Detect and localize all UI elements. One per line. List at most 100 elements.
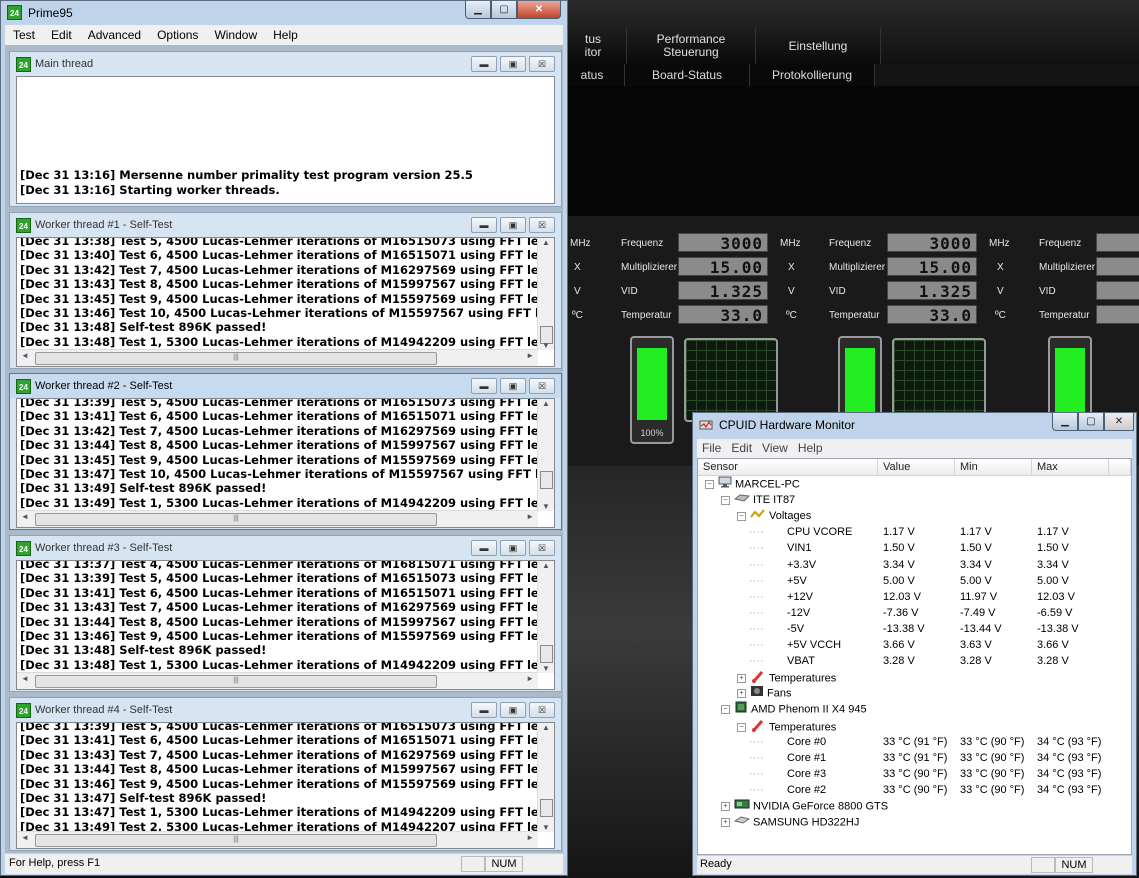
expand-icon[interactable]: + bbox=[721, 802, 730, 811]
collapse-icon[interactable]: − bbox=[737, 511, 746, 521]
close-button[interactable]: ✕ bbox=[517, 1, 561, 19]
bg-subtab-board-status[interactable]: Board-Status bbox=[625, 64, 750, 86]
scroll-up-icon[interactable]: ▲ bbox=[538, 238, 554, 247]
scroll-left-icon[interactable]: ◄ bbox=[21, 512, 29, 521]
sensor-reading-row[interactable]: +3.3V ···· 3.34 V 3.34 V 3.34 V bbox=[701, 557, 1126, 573]
bg-subtab-protokollierung[interactable]: Protokollierung bbox=[750, 64, 875, 86]
bg-tab-einstellung[interactable]: Einstellung bbox=[756, 28, 881, 64]
tree-node-row[interactable]: − MARCEL-PC bbox=[701, 476, 1126, 492]
close-icon[interactable]: ☒ bbox=[529, 217, 555, 233]
scroll-thumb[interactable] bbox=[540, 799, 553, 817]
collapse-icon[interactable]: − bbox=[721, 495, 730, 505]
sensor-reading-row[interactable]: -5V ···· -13.38 V -13.44 V -13.38 V bbox=[701, 621, 1126, 637]
close-icon[interactable]: ☒ bbox=[529, 378, 555, 394]
hscroll-thumb[interactable]: ||| bbox=[35, 352, 437, 365]
worker-3-log[interactable]: [Dec 31 13:37] Test 4, 4500 Lucas-Lehmer… bbox=[16, 560, 555, 690]
horizontal-scrollbar[interactable]: ◄ ||| ► bbox=[17, 510, 538, 527]
scroll-left-icon[interactable]: ◄ bbox=[21, 833, 29, 842]
scroll-thumb[interactable] bbox=[540, 645, 553, 663]
tree-node-row[interactable]: + Temperatures bbox=[701, 669, 1126, 685]
horizontal-scrollbar[interactable]: ◄ ||| ► bbox=[17, 672, 538, 689]
scroll-down-icon[interactable]: ▼ bbox=[538, 502, 554, 511]
scroll-left-icon[interactable]: ◄ bbox=[21, 351, 29, 360]
sensor-reading-row[interactable]: VIN1 ···· 1.50 V 1.50 V 1.50 V bbox=[701, 540, 1126, 556]
minimize-icon[interactable]: ▬ bbox=[471, 540, 497, 556]
tree-node-row[interactable]: + NVIDIA GeForce 8800 GTS bbox=[701, 798, 1126, 814]
scroll-left-icon[interactable]: ◄ bbox=[21, 674, 29, 683]
menu-help[interactable]: Help bbox=[265, 25, 306, 45]
minimize-icon[interactable]: ▬ bbox=[471, 56, 497, 72]
scroll-right-icon[interactable]: ► bbox=[526, 674, 534, 683]
expand-icon[interactable]: + bbox=[737, 674, 746, 683]
horizontal-scrollbar[interactable]: ◄ ||| ► bbox=[17, 349, 538, 366]
scroll-up-icon[interactable]: ▲ bbox=[538, 723, 554, 732]
maximize-button[interactable]: ▢ bbox=[1078, 413, 1104, 431]
menu-window[interactable]: Window bbox=[206, 25, 265, 45]
minimize-icon[interactable]: ▬ bbox=[471, 378, 497, 394]
menu-advanced[interactable]: Advanced bbox=[80, 25, 149, 45]
minimize-button[interactable]: ▁ bbox=[1052, 413, 1078, 431]
vertical-scrollbar[interactable]: ▲ ▼ bbox=[537, 723, 554, 832]
vertical-scrollbar[interactable]: ▲ ▼ bbox=[537, 238, 554, 350]
hscroll-thumb[interactable]: ||| bbox=[35, 834, 437, 847]
worker-4-log[interactable]: [Dec 31 13:39] Test 5, 4500 Lucas-Lehmer… bbox=[16, 722, 555, 849]
worker-1-log[interactable]: [Dec 31 13:38] Test 5, 4500 Lucas-Lehmer… bbox=[16, 237, 555, 367]
restore-icon[interactable]: ▣ bbox=[500, 217, 526, 233]
close-icon[interactable]: ☒ bbox=[529, 702, 555, 718]
bg-subtab-status[interactable]: atus bbox=[560, 64, 625, 86]
horizontal-scrollbar[interactable]: ◄ ||| ► bbox=[17, 831, 538, 848]
scroll-up-icon[interactable]: ▲ bbox=[538, 561, 554, 570]
minimize-icon[interactable]: ▬ bbox=[471, 217, 497, 233]
scroll-down-icon[interactable]: ▼ bbox=[538, 664, 554, 673]
sensor-reading-row[interactable]: +12V ···· 12.03 V 11.97 V 12.03 V bbox=[701, 589, 1126, 605]
menu-edit[interactable]: Edit bbox=[43, 25, 80, 45]
column-header-value[interactable]: Value bbox=[878, 459, 955, 476]
maximize-button[interactable]: ▢ bbox=[491, 1, 517, 19]
menu-view[interactable]: View bbox=[757, 439, 793, 458]
sensor-reading-row[interactable]: Core #2 ···· 33 °C (90 °F) 33 °C (90 °F) 34 … bbox=[701, 782, 1126, 798]
hscroll-thumb[interactable]: ||| bbox=[35, 675, 437, 688]
expand-icon[interactable]: + bbox=[737, 689, 746, 698]
scroll-right-icon[interactable]: ► bbox=[526, 351, 534, 360]
scroll-right-icon[interactable]: ► bbox=[526, 833, 534, 842]
tree-node-row[interactable]: − AMD Phenom II X4 945 bbox=[701, 701, 1126, 717]
restore-icon[interactable]: ▣ bbox=[500, 540, 526, 556]
tree-node-row[interactable]: + Fans bbox=[701, 685, 1126, 701]
menu-test[interactable]: Test bbox=[5, 25, 43, 45]
bg-tab-performance-steuerung[interactable]: Performance Steuerung bbox=[627, 28, 756, 64]
sensor-reading-row[interactable]: VBAT ···· 3.28 V 3.28 V 3.28 V bbox=[701, 653, 1126, 669]
tree-node-row[interactable]: + SAMSUNG HD322HJ bbox=[701, 814, 1126, 830]
scroll-down-icon[interactable]: ▼ bbox=[538, 341, 554, 350]
restore-icon[interactable]: ▣ bbox=[500, 56, 526, 72]
scroll-up-icon[interactable]: ▲ bbox=[538, 399, 554, 408]
sensor-reading-row[interactable]: Core #0 ···· 33 °C (91 °F) 33 °C (90 °F) 34 … bbox=[701, 734, 1126, 750]
vertical-scrollbar[interactable]: ▲ ▼ bbox=[537, 399, 554, 511]
sensor-reading-row[interactable]: CPU VCORE ···· 1.17 V 1.17 V 1.17 V bbox=[701, 524, 1126, 540]
menu-file[interactable]: File bbox=[697, 439, 726, 458]
close-icon[interactable]: ☒ bbox=[529, 56, 555, 72]
tree-node-row[interactable]: − Temperatures bbox=[701, 718, 1126, 734]
minimize-button[interactable]: ▁ bbox=[465, 1, 491, 19]
column-header-max[interactable]: Max bbox=[1032, 459, 1109, 476]
main-thread-log[interactable]: [Dec 31 13:16] Mersenne number primality… bbox=[16, 76, 555, 204]
column-header-min[interactable]: Min bbox=[955, 459, 1032, 476]
collapse-icon[interactable]: − bbox=[705, 480, 714, 489]
hscroll-thumb[interactable]: ||| bbox=[35, 513, 437, 526]
restore-icon[interactable]: ▣ bbox=[500, 378, 526, 394]
collapse-icon[interactable]: − bbox=[737, 723, 746, 732]
worker-2-log[interactable]: [Dec 31 13:39] Test 5, 4500 Lucas-Lehmer… bbox=[16, 398, 555, 528]
sensor-reading-row[interactable]: -12V ···· -7.36 V -7.49 V -6.59 V bbox=[701, 605, 1126, 621]
sensor-reading-row[interactable]: Core #3 ···· 33 °C (90 °F) 33 °C (90 °F) 34 … bbox=[701, 766, 1126, 782]
bg-tab-status-monitor[interactable]: tus itor bbox=[560, 28, 627, 64]
minimize-icon[interactable]: ▬ bbox=[471, 702, 497, 718]
menu-edit[interactable]: Edit bbox=[726, 439, 757, 458]
prime95-titlebar[interactable]: 24 Prime95 bbox=[7, 5, 73, 20]
sensor-reading-row[interactable]: +5V VCCH ···· 3.66 V 3.63 V 3.66 V bbox=[701, 637, 1126, 653]
restore-icon[interactable]: ▣ bbox=[500, 702, 526, 718]
tree-node-row[interactable]: − Voltages bbox=[701, 508, 1126, 524]
close-button[interactable]: ✕ bbox=[1104, 413, 1134, 431]
scroll-down-icon[interactable]: ▼ bbox=[538, 823, 554, 832]
expand-icon[interactable]: + bbox=[721, 818, 730, 827]
vertical-scrollbar[interactable]: ▲ ▼ bbox=[537, 561, 554, 673]
hwmonitor-titlebar[interactable]: CPUID Hardware Monitor bbox=[699, 418, 855, 432]
